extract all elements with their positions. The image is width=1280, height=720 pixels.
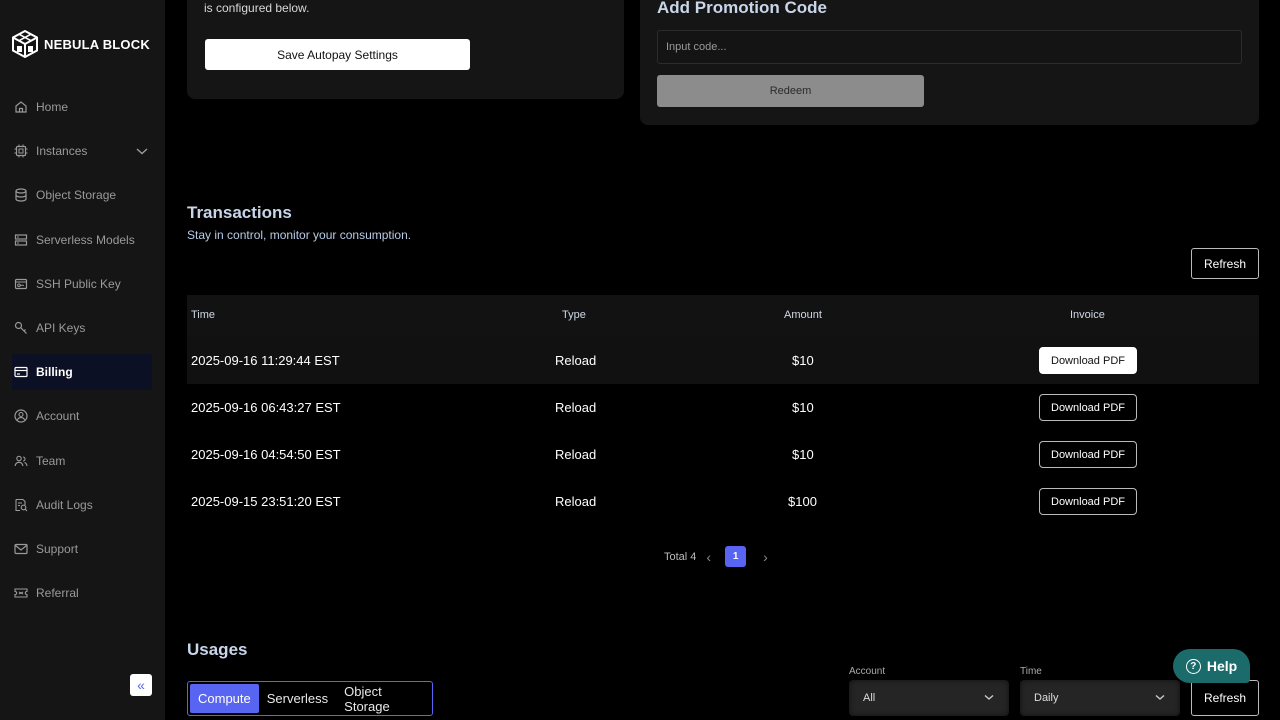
account-select-value: All <box>863 692 876 704</box>
promotion-title: Add Promotion Code <box>657 0 827 17</box>
transactions-subtitle: Stay in control, monitor your consumptio… <box>187 228 412 242</box>
tab-compute[interactable]: Compute <box>190 684 259 713</box>
logo[interactable]: NEBULA BLOCK <box>12 30 150 58</box>
cell-time: 2025-09-16 11:29:44 EST <box>191 353 340 368</box>
transactions-refresh-button[interactable]: Refresh <box>1191 248 1259 279</box>
sidebar-item-label: Serverless Models <box>36 233 135 247</box>
sidebar-item-label: Team <box>36 454 66 468</box>
sidebar-item-serverless-models[interactable]: Serverless Models <box>12 222 152 258</box>
table-row: 2025-09-15 23:51:20 EST Reload $100 Down… <box>187 478 1259 525</box>
promotion-code-input[interactable] <box>657 30 1242 64</box>
sidebar-item-support[interactable]: Support <box>12 531 152 567</box>
team-icon <box>14 455 28 467</box>
brand-name: NEBULA BLOCK <box>44 36 150 52</box>
sidebar-item-object-storage[interactable]: Object Storage <box>12 177 152 213</box>
pagination: Total 4 ‹ 1 › <box>664 546 768 567</box>
save-autopay-button[interactable]: Save Autopay Settings <box>205 39 470 70</box>
sidebar-item-label: Account <box>36 409 80 423</box>
redeem-button[interactable]: Redeem <box>657 75 924 107</box>
chevron-left-icon[interactable]: ‹ <box>706 549 711 565</box>
double-chevron-left-icon: « <box>137 677 145 693</box>
column-header-invoice: Invoice <box>1070 309 1105 321</box>
user-circle-icon <box>14 409 28 423</box>
ticket-icon <box>14 588 28 598</box>
table-header: Time Type Amount Invoice <box>187 295 1259 337</box>
sidebar-item-label: Home <box>36 100 69 114</box>
server-icon <box>14 234 28 246</box>
usages-refresh-button[interactable]: Refresh <box>1191 680 1259 716</box>
tab-serverless[interactable]: Serverless <box>259 684 336 713</box>
column-header-amount: Amount <box>784 309 822 321</box>
download-pdf-button[interactable]: Download PDF <box>1039 488 1137 515</box>
cell-amount: $10 <box>792 400 814 415</box>
key-icon <box>14 321 27 334</box>
account-filter-label: Account <box>849 666 886 677</box>
tab-object-storage[interactable]: Object Storage <box>336 684 430 714</box>
download-pdf-button[interactable]: Download PDF <box>1039 347 1137 374</box>
time-filter-label: Time <box>1020 666 1042 677</box>
cell-type: Reload <box>555 353 597 368</box>
help-button[interactable]: ? Help <box>1173 649 1250 683</box>
sidebar-item-home[interactable]: Home <box>12 89 152 125</box>
cell-amount: $10 <box>792 447 814 462</box>
help-icon: ? <box>1185 658 1201 674</box>
download-pdf-button[interactable]: Download PDF <box>1039 441 1137 468</box>
autopay-description: is configured below. <box>204 1 310 15</box>
sidebar-item-label: Billing <box>36 365 73 379</box>
chip-icon <box>14 144 28 158</box>
cell-time: 2025-09-16 04:54:50 EST <box>191 447 341 462</box>
cell-amount: $10 <box>792 353 814 368</box>
sidebar-item-account[interactable]: Account <box>12 398 152 434</box>
transactions-title: Transactions <box>187 203 292 222</box>
table-row: 2025-09-16 06:43:27 EST Reload $10 Downl… <box>187 384 1259 431</box>
sidebar-item-label: SSH Public Key <box>36 277 121 291</box>
cell-amount: $100 <box>788 494 817 509</box>
sidebar-item-label: Instances <box>36 144 88 158</box>
cell-type: Reload <box>555 494 597 509</box>
sidebar-item-audit-logs[interactable]: Audit Logs <box>12 487 152 523</box>
chevron-down-icon[interactable] <box>136 145 148 157</box>
help-label: Help <box>1206 658 1238 674</box>
sidebar-item-team[interactable]: Team <box>12 443 152 479</box>
nebula-logo-icon <box>12 30 38 58</box>
cell-time: 2025-09-15 23:51:20 EST <box>191 494 341 509</box>
sidebar-item-instances[interactable]: Instances <box>12 133 152 169</box>
transactions-table: Time Type Amount Invoice 2025-09-16 11:2… <box>187 295 1259 525</box>
column-header-type: Type <box>562 309 586 321</box>
mail-icon <box>14 543 28 555</box>
time-select[interactable]: Daily <box>1020 680 1180 716</box>
sidebar-item-referral[interactable]: Referral <box>12 575 152 611</box>
pagination-total: Total 4 <box>664 550 697 563</box>
sidebar-item-label: Referral <box>36 586 79 600</box>
cell-time: 2025-09-16 06:43:27 EST <box>191 400 341 415</box>
sidebar-item-ssh-public-key[interactable]: SSH Public Key <box>12 266 152 302</box>
account-select[interactable]: All <box>849 680 1009 716</box>
chevron-right-icon[interactable]: › <box>763 549 768 565</box>
usage-tabs: Compute Serverless Object Storage <box>187 681 433 716</box>
credit-card-icon <box>14 366 28 378</box>
table-row: 2025-09-16 04:54:50 EST Reload $10 Downl… <box>187 431 1259 478</box>
collapse-sidebar-button[interactable]: « <box>130 674 152 696</box>
home-icon <box>15 101 27 113</box>
audit-icon <box>15 498 28 512</box>
page-number-button[interactable]: 1 <box>725 546 747 567</box>
sidebar-item-api-keys[interactable]: API Keys <box>12 310 152 346</box>
cell-type: Reload <box>555 447 597 462</box>
cell-type: Reload <box>555 400 597 415</box>
download-pdf-button[interactable]: Download PDF <box>1039 394 1137 421</box>
sidebar-item-label: Audit Logs <box>36 498 93 512</box>
time-select-value: Daily <box>1034 692 1059 704</box>
database-icon <box>15 188 27 202</box>
ssh-key-icon <box>14 278 28 290</box>
sidebar-item-label: Object Storage <box>36 188 117 202</box>
sidebar-item-billing[interactable]: Billing <box>12 354 152 390</box>
chevron-down-icon <box>1155 694 1165 700</box>
chevron-down-icon <box>984 694 994 700</box>
column-header-time: Time <box>191 309 216 321</box>
sidebar: NEBULA BLOCK Home Instances Object Stora… <box>0 0 165 720</box>
table-row: 2025-09-16 11:29:44 EST Reload $10 Downl… <box>187 337 1259 384</box>
usages-title: Usages <box>187 640 248 659</box>
sidebar-item-label: API Keys <box>36 321 86 335</box>
sidebar-item-label: Support <box>36 542 79 556</box>
